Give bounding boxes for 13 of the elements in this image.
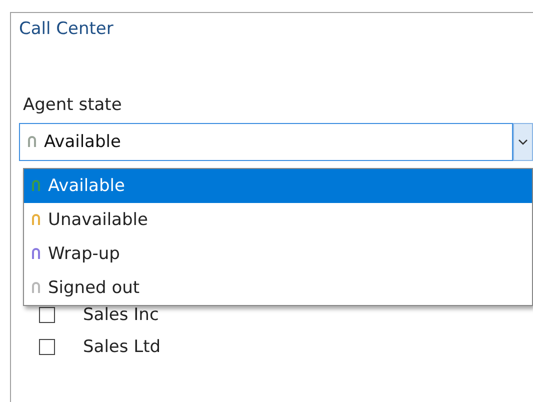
status-icon (28, 136, 36, 148)
checkbox[interactable] (39, 307, 55, 323)
chevron-icon (518, 139, 528, 145)
queue-label: Sales Inc (83, 305, 159, 325)
dropdown-option[interactable]: Signed out (24, 271, 532, 305)
dropdown-option[interactable]: Available (24, 169, 532, 203)
field-label: Agent state (23, 95, 122, 115)
dropdown-option[interactable]: Wrap-up (24, 237, 532, 271)
checkbox[interactable] (39, 339, 55, 355)
panel-title: Call Center (19, 19, 114, 39)
dropdown-option[interactable]: Unavailable (24, 203, 532, 237)
queue-label: Sales Ltd (83, 337, 161, 357)
agent-state-dropdown[interactable]: Available (19, 123, 513, 161)
